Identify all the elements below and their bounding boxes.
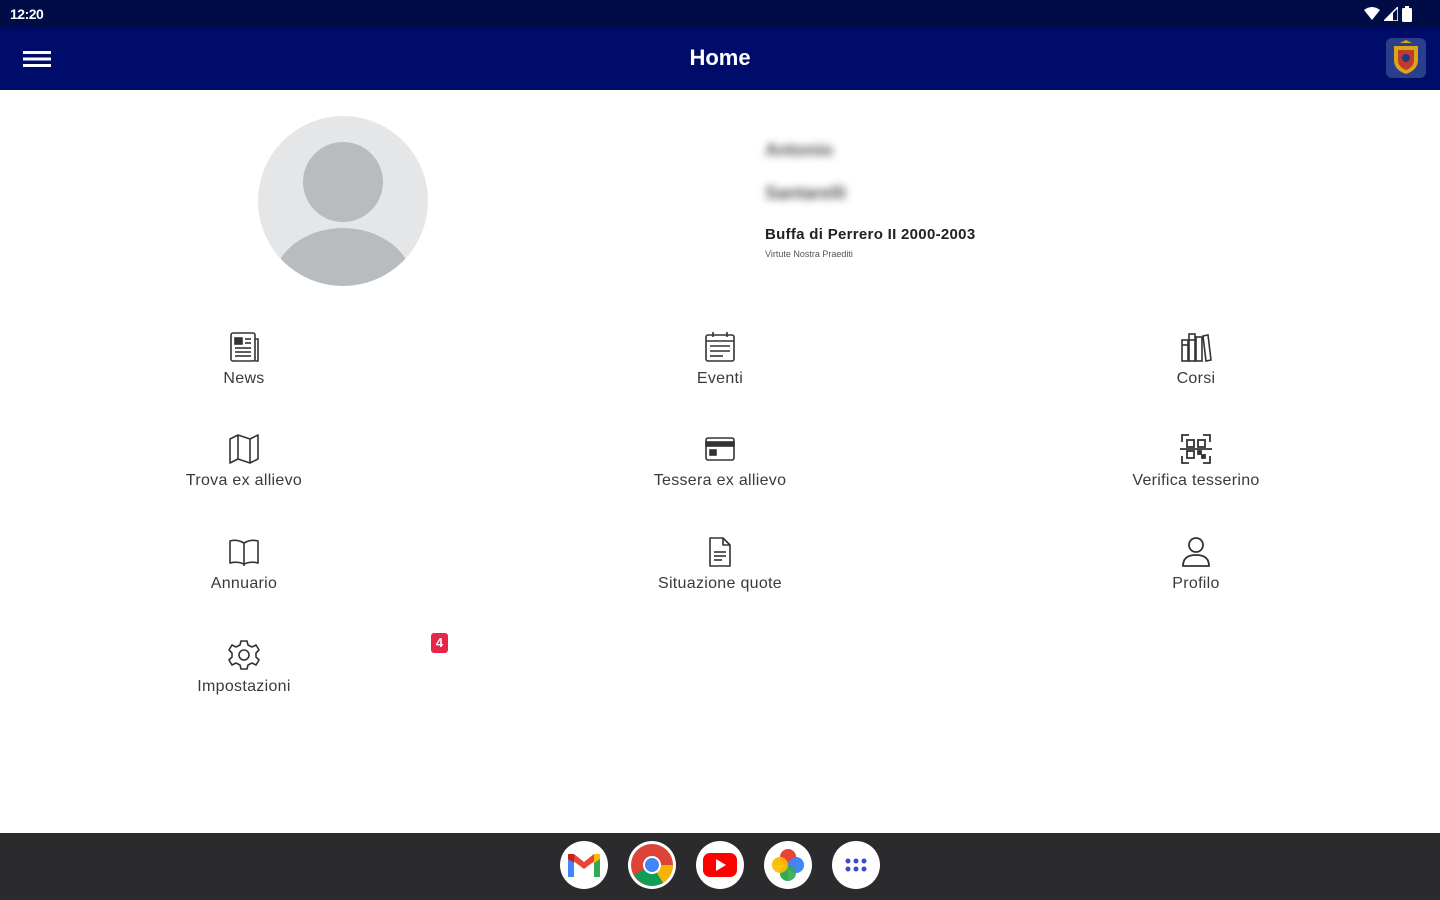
profile-first-name: Antonio [765,140,833,160]
newspaper-icon [230,332,259,362]
chrome-icon [631,844,674,886]
calendar-icon [705,332,735,362]
youtube-icon [703,853,737,877]
page-title: Home [689,45,751,70]
notification-badge[interactable]: 4 [431,633,448,653]
menu-item-annuario[interactable]: Annuario [114,535,374,593]
photos-icon [772,849,804,881]
photos-app-button[interactable] [764,841,812,889]
menu-label: Annuario [210,575,278,592]
menu-label: Corsi [1176,370,1216,387]
menu-label: Eventi [696,370,744,387]
book-icon [229,539,259,566]
profile-last-name: Santarelli [765,183,847,203]
menu-item-impostazioni[interactable]: Impostazioni [114,638,374,696]
wifi-icon [1364,7,1380,20]
profile-class-name: Buffa di Perrero II 2000-2003 [765,226,976,243]
map-icon [229,434,259,464]
menu-item-news[interactable]: News [114,330,374,388]
signal-icon [1384,7,1398,21]
menu-label: Tessera ex allievo [653,472,787,489]
menu-label: Trova ex allievo [185,472,303,489]
app-dock [0,841,1440,889]
profile-info: Antonio Santarelli Buffa di Perrero II 2… [765,140,975,259]
menu-item-profilo[interactable]: Profilo [1066,535,1326,593]
menu-label: News [223,370,265,387]
document-icon [709,537,731,567]
menu-item-eventi[interactable]: Eventi [590,330,850,388]
menu-label: Verifica tesserino [1132,472,1260,489]
qr-scan-icon [1180,434,1212,464]
app-drawer-icon [845,858,867,872]
menu-label: Profilo [1172,575,1220,592]
app-drawer-button[interactable] [832,841,880,889]
status-bar: 12:20 [0,0,1440,28]
youtube-app-button[interactable] [696,841,744,889]
gear-icon [228,640,260,670]
menu-item-situazione-quote[interactable]: Situazione quote [590,535,850,593]
gmail-app-button[interactable] [560,841,608,889]
menu-item-corsi[interactable]: Corsi [1066,330,1326,388]
menu-label: Situazione quote [657,575,782,592]
menu-label: Impostazioni [197,678,291,695]
card-icon [705,437,735,461]
app-bar: Home [0,28,1440,90]
menu-item-verifica-tesserino[interactable]: Verifica tesserino [1066,432,1326,490]
chrome-app-button[interactable] [628,841,676,889]
person-placeholder-icon [273,142,413,286]
menu-item-trova-ex-allievo[interactable]: Trova ex allievo [114,432,374,490]
crest-logo-icon[interactable] [1386,38,1426,78]
status-time: 12:20 [10,6,44,22]
profile-motto: Virtute Nostra Praediti [765,249,853,259]
menu-item-tessera-ex-allievo[interactable]: Tessera ex allievo [590,432,850,490]
person-icon [1182,537,1210,567]
battery-icon [1402,6,1412,22]
status-icons [1364,5,1412,23]
avatar[interactable] [258,116,428,286]
library-icon [1181,333,1212,362]
gmail-icon [568,854,600,877]
navigation-bar [0,833,1440,900]
